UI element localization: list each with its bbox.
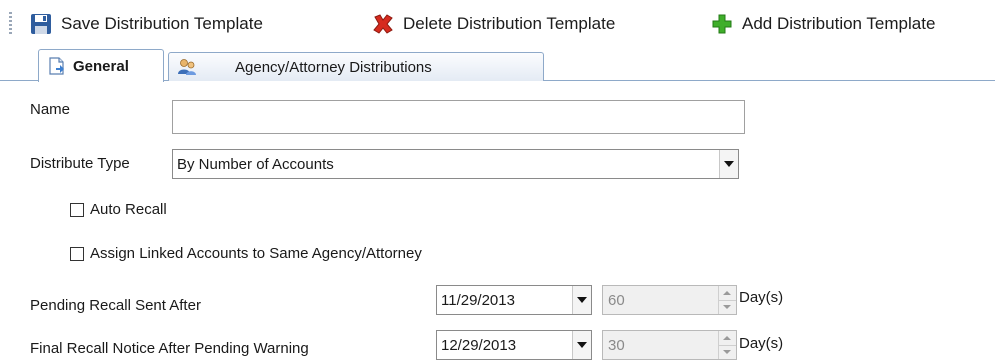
delete-x-icon — [373, 14, 393, 34]
delete-template-label: Delete Distribution Template — [403, 14, 616, 33]
add-template-button[interactable]: Add Distribution Template — [711, 10, 935, 38]
document-icon — [49, 57, 64, 75]
delete-template-button[interactable]: Delete Distribution Template — [372, 10, 615, 38]
add-plus-icon — [712, 14, 732, 34]
toolbar: Save Distribution Template Delete Distri… — [0, 0, 995, 50]
toolbar-grip[interactable] — [9, 12, 12, 34]
final-recall-days-value: 30 — [608, 336, 625, 354]
chevron-down-icon[interactable] — [572, 286, 591, 314]
pending-recall-days-spinner: 60 — [602, 285, 737, 315]
users-icon — [178, 59, 196, 75]
spinner-buttons — [718, 286, 736, 314]
save-icon — [31, 14, 51, 34]
final-recall-date-value: 12/29/2013 — [441, 336, 517, 354]
pending-recall-date-value: 11/29/2013 — [441, 291, 515, 309]
auto-recall-label: Auto Recall — [90, 201, 167, 218]
chevron-down-icon[interactable] — [719, 150, 738, 178]
name-input[interactable] — [172, 100, 745, 134]
pending-recall-days-value: 60 — [608, 291, 625, 309]
chevron-down-icon[interactable] — [572, 331, 591, 359]
assign-linked-checkbox[interactable]: Assign Linked Accounts to Same Agency/At… — [70, 245, 422, 262]
tab-agency-attorney-distributions[interactable]: Agency/Attorney Distributions — [168, 52, 544, 81]
tab-general-label: General — [73, 57, 129, 75]
final-recall-date-picker[interactable]: 12/29/2013 — [436, 330, 592, 360]
final-recall-days-spinner: 30 — [602, 330, 737, 360]
checkbox-box[interactable] — [70, 246, 84, 261]
name-label: Name — [30, 101, 71, 118]
assign-linked-label: Assign Linked Accounts to Same Agency/At… — [90, 245, 422, 262]
pending-days-unit: Day(s) — [739, 289, 784, 306]
save-template-button[interactable]: Save Distribution Template — [30, 10, 263, 38]
checkbox-box[interactable] — [70, 202, 84, 217]
distribute-type-label: Distribute Type — [30, 155, 130, 172]
final-recall-label: Final Recall Notice After Pending Warnin… — [30, 340, 309, 357]
auto-recall-checkbox[interactable]: Auto Recall — [70, 201, 167, 218]
spinner-buttons — [718, 331, 736, 359]
distribute-type-select[interactable]: By Number of Accounts — [172, 149, 739, 179]
add-template-label: Add Distribution Template — [742, 14, 936, 33]
tab-general[interactable]: General — [38, 49, 164, 82]
pending-recall-label: Pending Recall Sent After — [30, 297, 201, 314]
pending-recall-date-picker[interactable]: 11/29/2013 — [436, 285, 592, 315]
tab-agency-label: Agency/Attorney Distributions — [235, 58, 432, 76]
save-template-label: Save Distribution Template — [61, 14, 263, 33]
final-days-unit: Day(s) — [739, 335, 784, 352]
distribute-type-value: By Number of Accounts — [177, 155, 334, 173]
